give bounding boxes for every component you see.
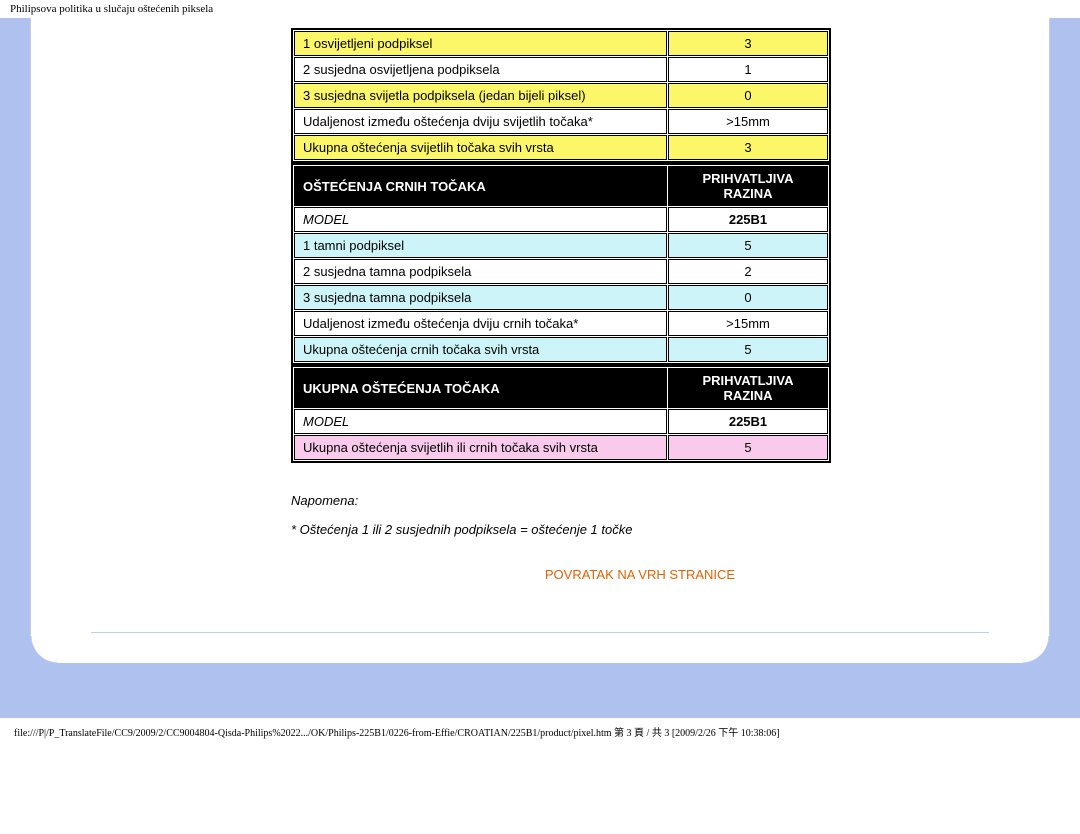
table-row: 1 osvijetljeni podpiksel3 <box>294 31 828 56</box>
table-row: 3 susjedna svijetla podpiksela (jedan bi… <box>294 83 828 108</box>
model-row: MODEL 225B1 <box>294 207 828 232</box>
bright-dots-table: 1 osvijetljeni podpiksel32 susjedna osvi… <box>291 28 831 163</box>
cell-label: Ukupna oštećenja svijetlih točaka svih v… <box>294 135 667 160</box>
cell-value: 2 <box>668 259 828 284</box>
cell-label: Ukupna oštećenja crnih točaka svih vrsta <box>294 337 667 362</box>
cell-value: >15mm <box>668 311 828 336</box>
cell-label: 1 osvijetljeni podpiksel <box>294 31 667 56</box>
footer-file-path: file:///P|/P_TranslateFile/CC9/2009/2/CC… <box>0 718 1080 745</box>
header-right: PRIHVATLJIVA RAZINA <box>668 166 828 206</box>
separator-line <box>91 632 989 633</box>
table-row: 3 susjedna tamna podpiksela0 <box>294 285 828 310</box>
cell-value: 5 <box>668 337 828 362</box>
cell-label: 2 susjedna osvijetljena podpiksela <box>294 57 667 82</box>
cell-value: 0 <box>668 285 828 310</box>
cell-value: 3 <box>668 31 828 56</box>
header-right: PRIHVATLJIVA RAZINA <box>668 368 828 408</box>
header-left: OŠTEĆENJA CRNIH TOČAKA <box>294 166 667 206</box>
cell-label: 3 susjedna tamna podpiksela <box>294 285 667 310</box>
cell-label: Udaljenost između oštećenja dviju crnih … <box>294 311 667 336</box>
total-dots-table: UKUPNA OŠTEĆENJA TOČAKA PRIHVATLJIVA RAZ… <box>291 365 831 463</box>
page-header: Philipsova politika u slučaju oštećenih … <box>0 0 1080 18</box>
table-header-row: UKUPNA OŠTEĆENJA TOČAKA PRIHVATLJIVA RAZ… <box>294 368 828 408</box>
cell-value: 0 <box>668 83 828 108</box>
model-row: MODEL 225B1 <box>294 409 828 434</box>
table-row: 2 susjedna osvijetljena podpiksela1 <box>294 57 828 82</box>
table-row: Ukupna oštećenja svijetlih točaka svih v… <box>294 135 828 160</box>
cell-label: 1 tamni podpiksel <box>294 233 667 258</box>
note-label: Napomena: <box>291 493 989 508</box>
cell-label: Udaljenost između oštećenja dviju svijet… <box>294 109 667 134</box>
cell-label: 2 susjedna tamna podpiksela <box>294 259 667 284</box>
table-row: Udaljenost između oštećenja dviju crnih … <box>294 311 828 336</box>
cell-value: 1 <box>668 57 828 82</box>
cell-value: 3 <box>668 135 828 160</box>
table-header-row: OŠTEĆENJA CRNIH TOČAKA PRIHVATLJIVA RAZI… <box>294 166 828 206</box>
table-row: 2 susjedna tamna podpiksela2 <box>294 259 828 284</box>
cell-value: 5 <box>668 435 828 460</box>
table-row: Udaljenost između oštećenja dviju svijet… <box>294 109 828 134</box>
footnote-text: * Oštećenja 1 ili 2 susjednih podpiksela… <box>291 522 989 537</box>
content-box: 1 osvijetljeni podpiksel32 susjedna osvi… <box>30 18 1050 663</box>
table-row: Ukupna oštećenja crnih točaka svih vrsta… <box>294 337 828 362</box>
model-label: MODEL <box>294 409 667 434</box>
corner-bottom-right <box>1022 636 1050 664</box>
corner-bottom-left <box>30 636 58 664</box>
header-left: UKUPNA OŠTEĆENJA TOČAKA <box>294 368 667 408</box>
model-label: MODEL <box>294 207 667 232</box>
content-inner: 1 osvijetljeni podpiksel32 susjedna osvi… <box>231 18 1049 602</box>
cell-value: >15mm <box>668 109 828 134</box>
cell-label: 3 susjedna svijetla podpiksela (jedan bi… <box>294 83 667 108</box>
table-row: 1 tamni podpiksel5 <box>294 233 828 258</box>
page-background: 1 osvijetljeni podpiksel32 susjedna osvi… <box>0 18 1080 718</box>
cell-label: Ukupna oštećenja svijetlih ili crnih toč… <box>294 435 667 460</box>
table-row: Ukupna oštećenja svijetlih ili crnih toč… <box>294 435 828 460</box>
dark-dots-table: OŠTEĆENJA CRNIH TOČAKA PRIHVATLJIVA RAZI… <box>291 163 831 365</box>
model-value: 225B1 <box>668 409 828 434</box>
back-to-top-link[interactable]: POVRATAK NA VRH STRANICE <box>291 567 989 582</box>
model-value: 225B1 <box>668 207 828 232</box>
cell-value: 5 <box>668 233 828 258</box>
